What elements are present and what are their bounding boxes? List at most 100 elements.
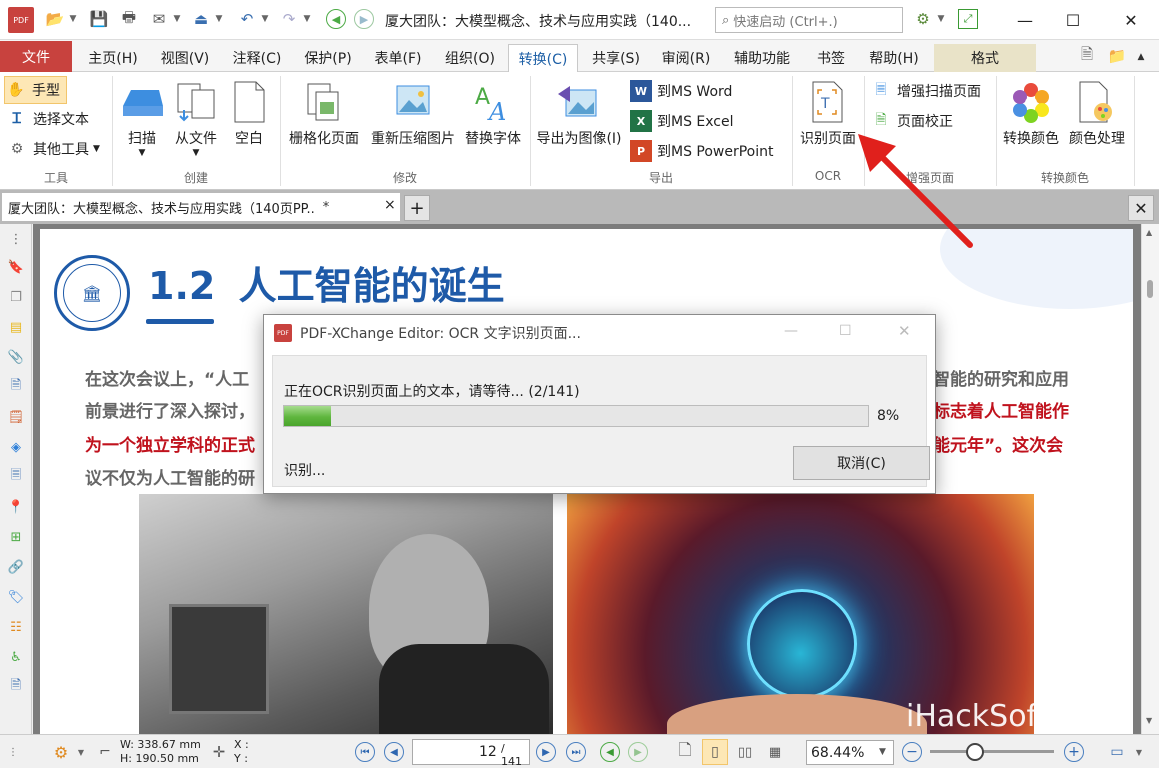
tab-protect[interactable]: 保护(P) <box>296 44 360 72</box>
scroll-down-icon[interactable]: ▼ <box>1146 716 1152 725</box>
chevron-down-icon[interactable]: ▼ <box>172 8 182 30</box>
fullscreen-icon[interactable]: ⤢ <box>958 9 978 29</box>
tab-review[interactable]: 审阅(R) <box>654 44 718 72</box>
fullscreen-view-icon[interactable]: ▭ <box>1106 741 1128 763</box>
order-icon[interactable]: ☷ <box>5 616 27 638</box>
back-icon[interactable]: ◀ <box>326 9 346 29</box>
pages-icon[interactable]: ❐ <box>5 286 27 308</box>
zoom-select[interactable]: 68.44% ▼ <box>806 740 894 765</box>
forward-icon[interactable]: ▶ <box>354 9 374 29</box>
tab-convert[interactable]: 转换(C) <box>508 44 578 73</box>
vertical-scrollbar[interactable]: ▲ ▼ <box>1141 224 1159 734</box>
tab-comment[interactable]: 注释(C) <box>224 44 290 72</box>
document-tab[interactable]: 厦大团队：大模型概念、技术与应用实践（140页PP.. * × <box>2 193 400 221</box>
tab-file[interactable]: 文件 <box>0 41 72 72</box>
quick-launch-search[interactable]: ⌕ 快速启动 (Ctrl+.) <box>715 7 903 33</box>
chevron-down-icon[interactable]: ▼ <box>302 8 312 30</box>
signatures-icon[interactable]: 🗒 <box>5 406 27 428</box>
new-tab-button[interactable]: + <box>404 195 430 221</box>
convert-colors-button[interactable]: 转换颜色 <box>998 78 1064 148</box>
continuous-page-icon[interactable]: ▯ <box>702 739 728 765</box>
tab-view[interactable]: 视图(V) <box>152 44 218 72</box>
chevron-down-icon[interactable]: ▼ <box>936 8 946 30</box>
dialog-maximize-button[interactable]: ☐ <box>839 323 852 339</box>
zoom-slider-thumb[interactable] <box>966 743 984 761</box>
collapse-ribbon-icon[interactable]: ▲ <box>1136 46 1146 68</box>
print-icon[interactable]: 🖶 <box>118 8 140 30</box>
bookmarks-icon[interactable]: 🔖 <box>5 256 27 278</box>
comments-icon[interactable]: ▤ <box>5 316 27 338</box>
select-text-button[interactable]: Ꮖ 选择文本 <box>6 106 89 132</box>
tab-accessibility[interactable]: 辅助功能 <box>724 44 800 72</box>
folder-icon[interactable]: 📁 <box>1106 45 1128 67</box>
chevron-down-icon[interactable]: ▼ <box>260 8 270 30</box>
scan-icon[interactable]: ⏏ <box>190 8 212 30</box>
chevron-down-icon[interactable]: ▼ <box>1134 745 1144 759</box>
open-folder-icon[interactable]: 📂 <box>44 8 66 30</box>
next-page-icon[interactable]: ▶ <box>536 742 556 762</box>
minimize-button[interactable]: — <box>1002 4 1048 36</box>
recompress-images-button[interactable]: 重新压缩图片 <box>366 78 460 148</box>
zoom-in-icon[interactable]: + <box>1064 742 1084 762</box>
attachments-icon[interactable]: 📎 <box>5 346 27 368</box>
rasterize-button[interactable]: 栅格化页面 <box>284 78 364 148</box>
tab-share[interactable]: 共享(S) <box>584 44 648 72</box>
nav-forward-icon[interactable]: ▶ <box>628 742 648 762</box>
last-page-icon[interactable]: ⏭ <box>566 742 586 762</box>
first-page-icon[interactable]: ⏮ <box>355 742 375 762</box>
single-page-icon[interactable]: 🗋 <box>674 740 696 764</box>
export-image-button[interactable]: 导出为图像(I) <box>532 78 626 148</box>
document-icon[interactable]: 🗎 <box>5 376 27 398</box>
to-excel-button[interactable]: X 到MS Excel <box>630 108 734 134</box>
hand-tool-button[interactable]: ✋ 手型 <box>4 76 67 104</box>
maximize-button[interactable]: ☐ <box>1050 4 1096 36</box>
page-number-field[interactable]: 12 / 141 <box>412 739 530 768</box>
scan-button[interactable]: 扫描 ▼ <box>116 78 168 158</box>
dialog-minimize-button[interactable]: — <box>784 323 798 339</box>
two-page-continuous-icon[interactable]: ▦ <box>762 740 788 764</box>
tags-icon[interactable]: 🏷 <box>5 586 27 608</box>
document-properties-icon[interactable]: 🗎 <box>1076 45 1098 67</box>
enhance-scan-button[interactable]: 🗏 增强扫描页面 <box>870 78 981 104</box>
to-word-button[interactable]: W 到MS Word <box>630 78 732 104</box>
email-icon[interactable]: ✉ <box>148 8 170 30</box>
zoom-slider[interactable] <box>930 750 1054 753</box>
links-icon[interactable]: 🔗 <box>5 556 27 578</box>
chevron-down-icon[interactable]: ▼ <box>68 8 78 30</box>
tab-format[interactable]: 格式 <box>934 44 1036 72</box>
zoom-out-icon[interactable]: − <box>902 742 922 762</box>
settings-gear-icon[interactable]: ⚙ <box>50 741 72 763</box>
destinations-icon[interactable]: 📍 <box>5 496 27 518</box>
scroll-up-icon[interactable]: ▲ <box>1146 228 1152 237</box>
chevron-down-icon[interactable]: ▼ <box>214 8 224 30</box>
chevron-down-icon[interactable]: ▼ <box>76 745 86 759</box>
from-file-button[interactable]: 从文件 ▼ <box>170 78 222 158</box>
tab-home[interactable]: 主页(H) <box>80 44 146 72</box>
replace-fonts-button[interactable]: AA 替换字体 <box>460 78 526 148</box>
to-powerpoint-button[interactable]: P 到MS PowerPoint <box>630 138 774 164</box>
redo-icon[interactable]: ↷ <box>278 8 300 30</box>
other-tools-button[interactable]: ⚙ 其他工具 ▼ <box>6 136 100 162</box>
nav-back-icon[interactable]: ◀ <box>600 742 620 762</box>
reading-order-icon[interactable]: 🗎 <box>5 676 27 698</box>
tab-bookmarks[interactable]: 书签 <box>806 44 856 72</box>
structure-icon[interactable]: ⊞ <box>5 526 27 548</box>
tab-help[interactable]: 帮助(H) <box>860 44 928 72</box>
settings-icon[interactable]: ⚙ <box>912 8 934 30</box>
dialog-close-button[interactable]: ✕ <box>898 322 911 340</box>
tab-organize[interactable]: 组织(O) <box>436 44 504 72</box>
scrollbar-thumb[interactable] <box>1147 280 1153 298</box>
sidebar-menu-icon[interactable]: ⋮ <box>5 228 27 250</box>
close-tab-icon[interactable]: × <box>384 197 396 213</box>
cancel-button[interactable]: 取消(C) <box>793 446 930 480</box>
undo-icon[interactable]: ↶ <box>236 8 258 30</box>
previous-page-icon[interactable]: ◀ <box>384 742 404 762</box>
drag-handle-icon[interactable]: ⋮ <box>6 743 20 761</box>
accessibility-icon[interactable]: ♿ <box>5 646 27 668</box>
content-icon[interactable]: 🗏 <box>5 466 27 488</box>
layers-icon[interactable]: ◈ <box>5 436 27 458</box>
blank-button[interactable]: 空白 <box>226 78 272 148</box>
save-icon[interactable]: 💾 <box>88 8 110 30</box>
color-processing-button[interactable]: 颜色处理 <box>1064 78 1130 148</box>
close-document-button[interactable]: ✕ <box>1128 195 1154 221</box>
